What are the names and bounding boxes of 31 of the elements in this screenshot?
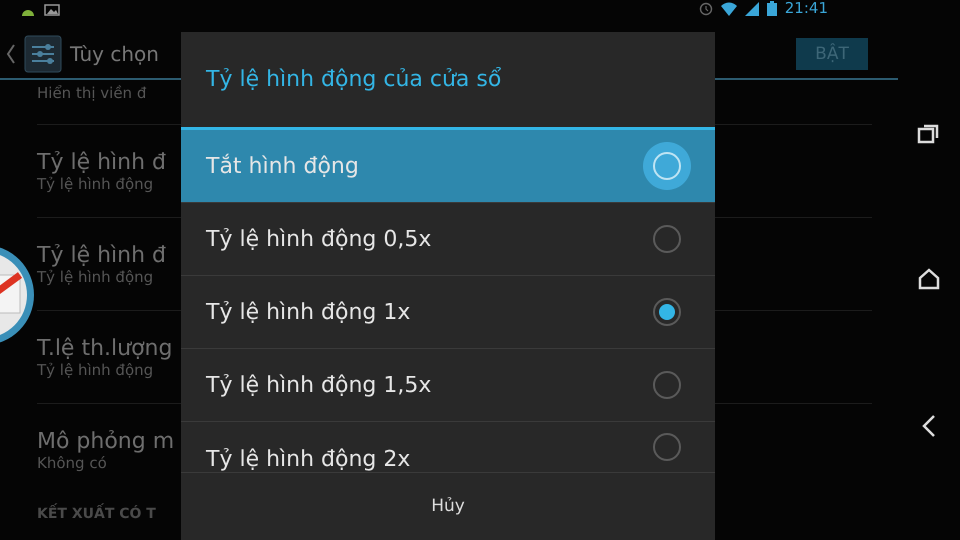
section-header: KẾT XUẤT CÓ T bbox=[37, 496, 156, 522]
back-icon[interactable] bbox=[921, 414, 937, 438]
mail-chat-head-icon[interactable] bbox=[0, 245, 34, 345]
option-row[interactable]: Tắt hình động bbox=[181, 130, 715, 203]
setting-summary: Không có bbox=[37, 454, 107, 472]
setting-summary: Tỷ lệ hình động bbox=[37, 361, 154, 379]
setting-summary: Tỷ lệ hình động bbox=[37, 175, 154, 193]
option-row[interactable]: Tỷ lệ hình động 1x bbox=[181, 276, 715, 349]
setting-title[interactable]: Tỷ lệ hình đ bbox=[37, 243, 166, 268]
setting-title[interactable]: Mô phỏng m bbox=[37, 429, 174, 454]
image-icon bbox=[44, 4, 60, 16]
screen-title: Tùy chọn bbox=[70, 42, 159, 66]
radio-button[interactable] bbox=[642, 141, 692, 191]
cancel-button[interactable]: Hủy bbox=[181, 473, 715, 539]
option-row[interactable]: Tỷ lệ hình động 1,5x bbox=[181, 349, 715, 422]
clock-time: 21:41 bbox=[784, 1, 828, 16]
option-row[interactable]: Tỷ lệ hình động 2x bbox=[181, 422, 715, 473]
setting-title[interactable]: T.lệ th.lượng bbox=[37, 336, 172, 361]
option-row[interactable]: Tỷ lệ hình động 0,5x bbox=[181, 203, 715, 276]
wifi-icon bbox=[720, 2, 737, 16]
battery-icon bbox=[766, 1, 777, 16]
setting-summary: Hiển thị viền đ bbox=[37, 83, 146, 104]
settings-sliders-icon bbox=[24, 35, 62, 73]
setting-title[interactable]: Tỷ lệ hình đ bbox=[37, 150, 166, 175]
back-chevron-icon[interactable] bbox=[6, 43, 16, 65]
setting-summary: Tỷ lệ hình động bbox=[37, 268, 154, 286]
dialog-title: Tỷ lệ hình động của cửa sổ bbox=[206, 67, 502, 92]
recent-apps-icon[interactable] bbox=[917, 122, 941, 144]
signal-icon bbox=[744, 2, 759, 16]
alarm-icon bbox=[698, 2, 713, 16]
home-icon[interactable] bbox=[917, 268, 941, 290]
